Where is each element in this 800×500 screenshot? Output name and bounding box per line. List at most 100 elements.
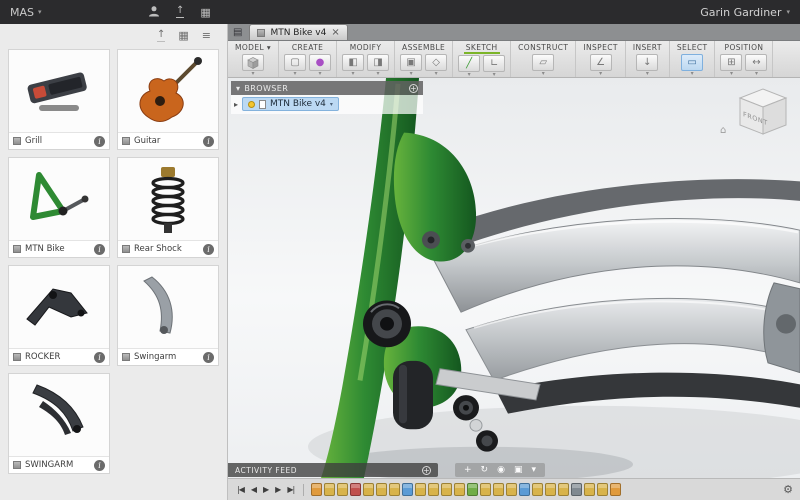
rocker-thumbnail bbox=[9, 266, 109, 348]
timeline-feature-icon[interactable] bbox=[415, 483, 426, 496]
ribbon-group-assemble: ASSEMBLE ▣▾ ◇▾ bbox=[395, 41, 453, 77]
timeline-feature-icon[interactable] bbox=[337, 483, 348, 496]
capture-position-tool[interactable]: ⊞ bbox=[720, 54, 742, 71]
info-icon[interactable]: i bbox=[94, 352, 105, 363]
user-icon[interactable] bbox=[148, 5, 160, 19]
new-component-tool[interactable]: ▣ bbox=[400, 54, 422, 71]
timeline-feature-icon[interactable] bbox=[519, 483, 530, 496]
timeline-feature-icon[interactable] bbox=[454, 483, 465, 496]
workspace-switcher[interactable]: MODEL ▾ ▾ bbox=[228, 41, 279, 77]
document-tab[interactable]: MTN Bike v4 × bbox=[249, 24, 347, 40]
construct-plane-tool[interactable]: ▱ bbox=[532, 54, 554, 71]
add-icon[interactable]: + bbox=[409, 84, 418, 93]
chevron-down-icon: ▾ bbox=[542, 71, 545, 76]
timeline-go-end-button[interactable]: ▶| bbox=[285, 485, 296, 494]
upload-icon[interactable]: ↑ bbox=[157, 29, 165, 42]
apps-grid-icon[interactable]: ▦ bbox=[200, 7, 210, 18]
data-panel-project-menu[interactable]: MAS ▾ bbox=[10, 6, 42, 19]
home-icon[interactable]: ⌂ bbox=[720, 125, 726, 136]
timeline-step-forward-button[interactable]: ▶ bbox=[273, 485, 282, 494]
timeline-play-button[interactable]: ▶ bbox=[261, 485, 270, 494]
chevron-down-icon[interactable]: ▾ bbox=[330, 101, 333, 108]
gear-icon[interactable]: ⚙ bbox=[783, 483, 793, 496]
project-card-rocker[interactable]: ROCKER i bbox=[8, 265, 110, 366]
close-icon[interactable]: × bbox=[331, 28, 339, 38]
timeline-feature-icon[interactable] bbox=[428, 483, 439, 496]
timeline-step-back-button[interactable]: ◀ bbox=[249, 485, 258, 494]
list-view-icon[interactable]: ≡ bbox=[202, 29, 211, 42]
model-workspace-icon[interactable] bbox=[242, 54, 264, 71]
timeline-go-start-button[interactable]: |◀ bbox=[235, 485, 246, 494]
fillet-tool[interactable]: ◨ bbox=[367, 54, 389, 71]
timeline-feature-icon[interactable] bbox=[480, 483, 491, 496]
project-card-guitar[interactable]: Guitar i bbox=[117, 49, 219, 150]
timeline-feature-icon[interactable] bbox=[493, 483, 504, 496]
bike-3d-model[interactable] bbox=[228, 78, 800, 478]
timeline-feature-icon[interactable] bbox=[324, 483, 335, 496]
panel-toggle-icon[interactable]: ▤ bbox=[233, 27, 242, 38]
timeline-feature-icon[interactable] bbox=[545, 483, 556, 496]
grid-view-icon[interactable]: ▦ bbox=[178, 29, 188, 42]
timeline-feature-icon[interactable] bbox=[311, 483, 322, 496]
add-icon[interactable]: + bbox=[422, 466, 431, 475]
info-icon[interactable]: i bbox=[94, 136, 105, 147]
chevron-down-icon[interactable]: ▾ bbox=[531, 466, 536, 475]
info-icon[interactable]: i bbox=[94, 244, 105, 255]
timeline-feature-icon[interactable] bbox=[558, 483, 569, 496]
joint-tool[interactable]: ◇ bbox=[425, 54, 447, 71]
press-pull-tool[interactable]: ◧ bbox=[342, 54, 364, 71]
look-at-icon[interactable]: ◉ bbox=[497, 466, 505, 475]
timeline-feature-icon[interactable] bbox=[402, 483, 413, 496]
timeline-feature-icon[interactable] bbox=[376, 483, 387, 496]
create-box-tool[interactable]: ▢ bbox=[284, 54, 306, 71]
timeline-feature-icon[interactable] bbox=[571, 483, 582, 496]
mtn-bike-thumbnail bbox=[9, 158, 109, 240]
browser-root-selected[interactable]: MTN Bike v4 ▾ bbox=[242, 97, 339, 111]
upload-icon[interactable]: ↑ bbox=[176, 6, 184, 18]
project-card-grid: Grill i Guitar bbox=[0, 47, 227, 500]
info-icon[interactable]: i bbox=[203, 136, 214, 147]
insert-tool[interactable]: ↓ bbox=[636, 54, 658, 71]
timeline-feature-icon[interactable] bbox=[532, 483, 543, 496]
ribbon-group-create: CREATE ▢▾ ●▾ bbox=[279, 41, 337, 77]
project-card-mtn-bike[interactable]: MTN Bike i bbox=[8, 157, 110, 258]
info-icon[interactable]: i bbox=[94, 460, 105, 471]
chevron-down-icon: ▾ bbox=[646, 71, 649, 76]
model-viewport[interactable]: ▾ BROWSER + ▸ MTN Bike v4 ▾ bbox=[228, 78, 800, 478]
orbit-icon[interactable]: ↻ bbox=[481, 466, 489, 475]
browser-root-row[interactable]: ▸ MTN Bike v4 ▾ bbox=[234, 97, 420, 111]
timeline-feature-icon[interactable] bbox=[610, 483, 621, 496]
timeline-feature-icon[interactable] bbox=[597, 483, 608, 496]
browser-panel-header[interactable]: ▾ BROWSER + bbox=[231, 81, 423, 95]
account-name: Garin Gardiner bbox=[700, 6, 781, 19]
create-form-tool[interactable]: ● bbox=[309, 54, 331, 71]
info-icon[interactable]: i bbox=[203, 244, 214, 255]
display-settings-icon[interactable]: ▣ bbox=[514, 466, 523, 475]
sketch-line-tool[interactable]: ∟ bbox=[483, 55, 505, 72]
timeline-feature-icon[interactable] bbox=[467, 483, 478, 496]
activity-feed-bar[interactable]: ACTIVITY FEED + bbox=[228, 463, 438, 477]
timeline-feature-icon[interactable] bbox=[506, 483, 517, 496]
project-card-grill[interactable]: Grill i bbox=[8, 49, 110, 150]
measure-tool[interactable]: ∠ bbox=[590, 54, 612, 71]
select-tool[interactable]: ▭ bbox=[681, 54, 703, 71]
timeline-feature-icon[interactable] bbox=[389, 483, 400, 496]
revert-position-tool[interactable]: ↔ bbox=[745, 54, 767, 71]
info-icon[interactable]: i bbox=[203, 352, 214, 363]
visibility-bulb-icon[interactable] bbox=[248, 101, 255, 108]
account-menu[interactable]: Garin Gardiner ▾ bbox=[700, 6, 790, 19]
ribbon-group-position: POSITION ⊞▾ ↔▾ bbox=[715, 41, 773, 77]
ribbon-group-construct: CONSTRUCT ▱▾ bbox=[511, 41, 576, 77]
ribbon-group-label: CONSTRUCT bbox=[516, 43, 570, 53]
project-card-rear-shock[interactable]: Rear Shock i bbox=[117, 157, 219, 258]
timeline-feature-icon[interactable] bbox=[350, 483, 361, 496]
view-cube[interactable]: ⌂ FRONT bbox=[730, 82, 792, 140]
create-sketch-tool[interactable]: ╱ bbox=[458, 55, 480, 72]
project-card-swingarm[interactable]: Swingarm i bbox=[117, 265, 219, 366]
project-card-swingarm-2[interactable]: SWINGARM i bbox=[8, 373, 110, 474]
timeline-feature-icon[interactable] bbox=[584, 483, 595, 496]
fit-view-icon[interactable]: + bbox=[464, 466, 472, 475]
timeline-feature-icon[interactable] bbox=[363, 483, 374, 496]
expander-icon[interactable]: ▸ bbox=[234, 100, 238, 109]
timeline-feature-icon[interactable] bbox=[441, 483, 452, 496]
